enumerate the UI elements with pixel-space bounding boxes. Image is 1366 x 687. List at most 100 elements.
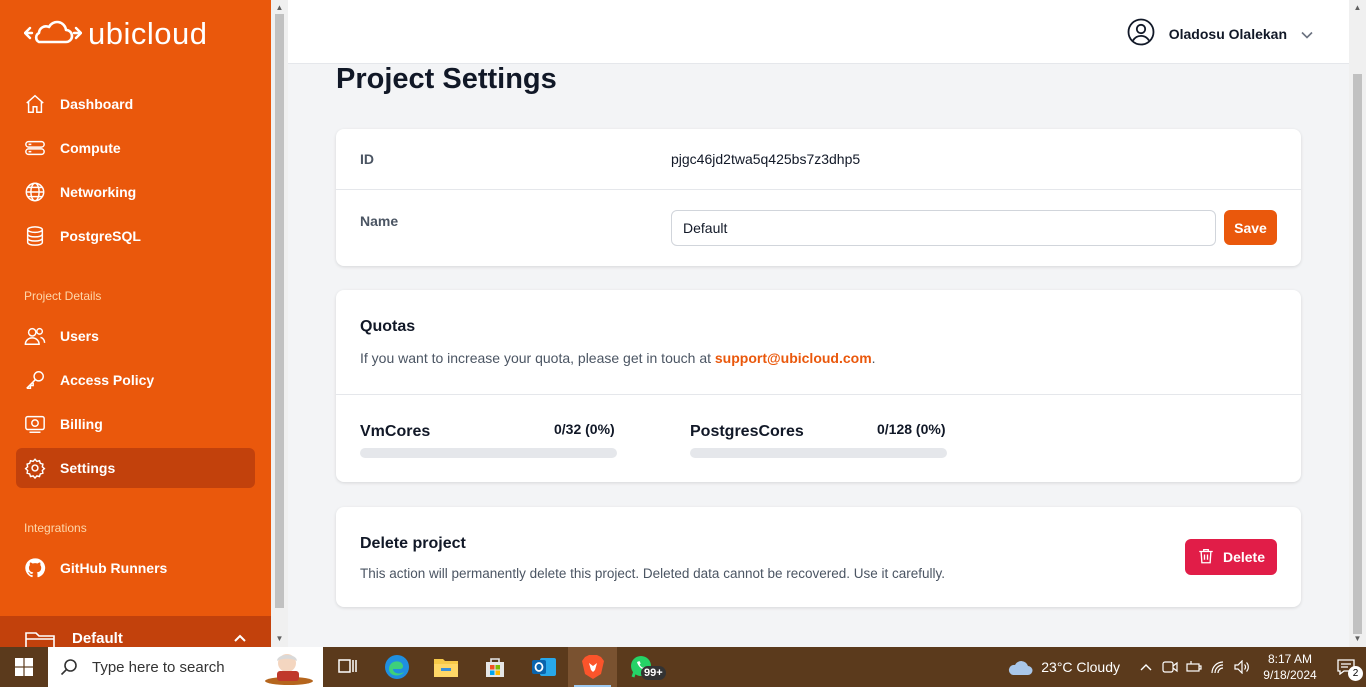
scroll-up-arrow-icon[interactable]: ▲ <box>275 3 284 12</box>
folder-icon <box>24 630 56 647</box>
brand-name: ubicloud <box>88 15 208 51</box>
taskbar-search[interactable]: Type here to search <box>48 647 323 687</box>
cloud-weather-icon <box>1009 661 1033 675</box>
scroll-down-arrow-icon[interactable]: ▼ <box>275 634 284 643</box>
sidebar-item-billing[interactable]: Billing <box>16 404 255 444</box>
server-icon <box>24 137 46 159</box>
user-avatar-icon <box>1127 18 1155 49</box>
page-scroll-thumb[interactable] <box>1353 74 1362 634</box>
project-switcher[interactable]: Default <box>0 616 271 647</box>
weather-text: 23°C Cloudy <box>1041 659 1120 675</box>
sidebar-item-label: Settings <box>60 460 116 476</box>
project-details-card: ID pjgc46jd2twa5q425bs7z3dhp5 Name Save <box>336 129 1301 266</box>
taskbar-brave[interactable] <box>568 647 617 687</box>
search-placeholder: Type here to search <box>92 658 225 676</box>
quotas-title: Quotas <box>360 318 416 335</box>
chevron-down-icon <box>1301 26 1313 42</box>
sidebar-item-label: GitHub Runners <box>60 560 168 576</box>
sidebar-item-access-policy[interactable]: Access Policy <box>16 360 255 400</box>
quota-name-postgrescores: PostgresCores <box>690 423 804 440</box>
sidebar-item-github-runners[interactable]: GitHub Runners <box>16 548 255 588</box>
quota-value-postgrescores: 0/128 (0%) <box>877 421 946 437</box>
task-view-icon <box>337 659 357 673</box>
project-details-heading: Project Details <box>24 289 102 303</box>
file-explorer-icon <box>433 659 458 677</box>
globe-icon <box>24 181 46 203</box>
system-tray: 23°C Cloudy 8:17 AM 9/18/2024 2 <box>1007 647 1366 687</box>
scroll-up-arrow-icon[interactable]: ▲ <box>1353 3 1362 12</box>
divider <box>336 394 1301 395</box>
start-button[interactable] <box>0 647 48 687</box>
store-icon <box>485 658 504 677</box>
show-hidden-icons-chevron-icon[interactable] <box>1134 647 1158 687</box>
sidebar-item-label: Compute <box>60 140 121 156</box>
database-icon <box>24 225 46 247</box>
sidebar: ubicloud Dashboard Compute Networking Po… <box>0 0 271 647</box>
sidebar-item-label: Billing <box>60 416 103 432</box>
delete-project-title: Delete project <box>360 535 466 552</box>
github-icon <box>24 557 46 579</box>
name-label: Name <box>360 213 399 229</box>
integrations-heading: Integrations <box>24 521 87 535</box>
sidebar-item-compute[interactable]: Compute <box>16 128 255 168</box>
delete-project-description: This action will permanently delete this… <box>360 566 946 581</box>
user-menu[interactable]: Oladosu Olalekan <box>1127 18 1313 49</box>
sidebar-item-label: Dashboard <box>60 96 134 112</box>
weather-widget[interactable]: 23°C Cloudy <box>1007 658 1134 676</box>
project-name-input[interactable] <box>671 210 1216 246</box>
users-icon <box>24 325 46 347</box>
quotas-card: Quotas If you want to increase your quot… <box>336 290 1301 482</box>
clock-date: 9/18/2024 <box>1263 668 1317 682</box>
scroll-down-arrow-icon[interactable]: ▼ <box>1353 634 1362 643</box>
quotas-description-text: If you want to increase your quota, plea… <box>360 350 715 366</box>
sidebar-item-settings[interactable]: Settings <box>16 448 255 488</box>
project-id-value: pjgc46jd2twa5q425bs7z3dhp5 <box>671 151 861 167</box>
taskbar-store[interactable] <box>470 647 519 687</box>
volume-icon[interactable] <box>1230 647 1254 687</box>
ubicloud-logo[interactable]: ubicloud <box>24 16 207 50</box>
quotas-description: If you want to increase your quota, plea… <box>360 350 876 366</box>
sidebar-item-postgresql[interactable]: PostgreSQL <box>16 216 255 256</box>
gear-icon <box>24 457 46 479</box>
user-name: Oladosu Olalekan <box>1168 25 1287 42</box>
project-switcher-label: Default <box>72 630 123 647</box>
windows-logo-icon <box>15 658 33 676</box>
notification-center-button[interactable]: 2 <box>1326 647 1366 687</box>
brave-icon <box>581 655 604 679</box>
main-content: Oladosu Olalekan Project Settings ID pjg… <box>288 0 1349 647</box>
top-bar: Oladosu Olalekan <box>288 0 1349 64</box>
delete-project-card: Delete project This action will permanen… <box>336 507 1301 607</box>
notification-count-badge: 2 <box>1348 666 1363 681</box>
outlook-icon <box>531 658 556 676</box>
taskbar-whatsapp[interactable]: 99+ <box>617 647 666 687</box>
quota-progress-postgrescores <box>690 448 947 458</box>
wifi-icon[interactable] <box>1206 647 1230 687</box>
sidebar-item-label: Networking <box>60 184 137 200</box>
sidebar-item-users[interactable]: Users <box>16 316 255 356</box>
taskbar-edge[interactable] <box>372 647 421 687</box>
search-icon <box>60 659 77 676</box>
taskbar-file-explorer[interactable] <box>421 647 470 687</box>
chevron-up-icon <box>233 630 247 647</box>
home-icon <box>24 93 46 115</box>
sidebar-item-label: Access Policy <box>60 372 155 388</box>
save-button[interactable]: Save <box>1224 210 1277 245</box>
support-email-link[interactable]: support@ubicloud.com <box>715 350 872 366</box>
task-view-button[interactable] <box>323 647 372 687</box>
system-clock[interactable]: 8:17 AM 9/18/2024 <box>1254 651 1326 683</box>
battery-plug-icon[interactable] <box>1182 647 1206 687</box>
key-icon <box>24 369 46 391</box>
sidebar-item-label: PostgreSQL <box>60 228 141 244</box>
meet-now-icon[interactable] <box>1158 647 1182 687</box>
sidebar-item-networking[interactable]: Networking <box>16 172 255 212</box>
page-title: Project Settings <box>336 63 557 95</box>
sidebar-scrollbar[interactable]: ▲ ▼ <box>271 0 288 647</box>
sidebar-item-dashboard[interactable]: Dashboard <box>16 84 255 124</box>
quota-value-vmcores: 0/32 (0%) <box>554 421 615 437</box>
whatsapp-badge: 99+ <box>641 666 666 680</box>
page-scrollbar[interactable]: ▲ ▼ <box>1349 0 1366 647</box>
sidebar-scroll-thumb[interactable] <box>275 14 284 608</box>
delete-button[interactable]: Delete <box>1185 539 1277 575</box>
divider <box>336 189 1301 190</box>
taskbar-outlook[interactable] <box>519 647 568 687</box>
